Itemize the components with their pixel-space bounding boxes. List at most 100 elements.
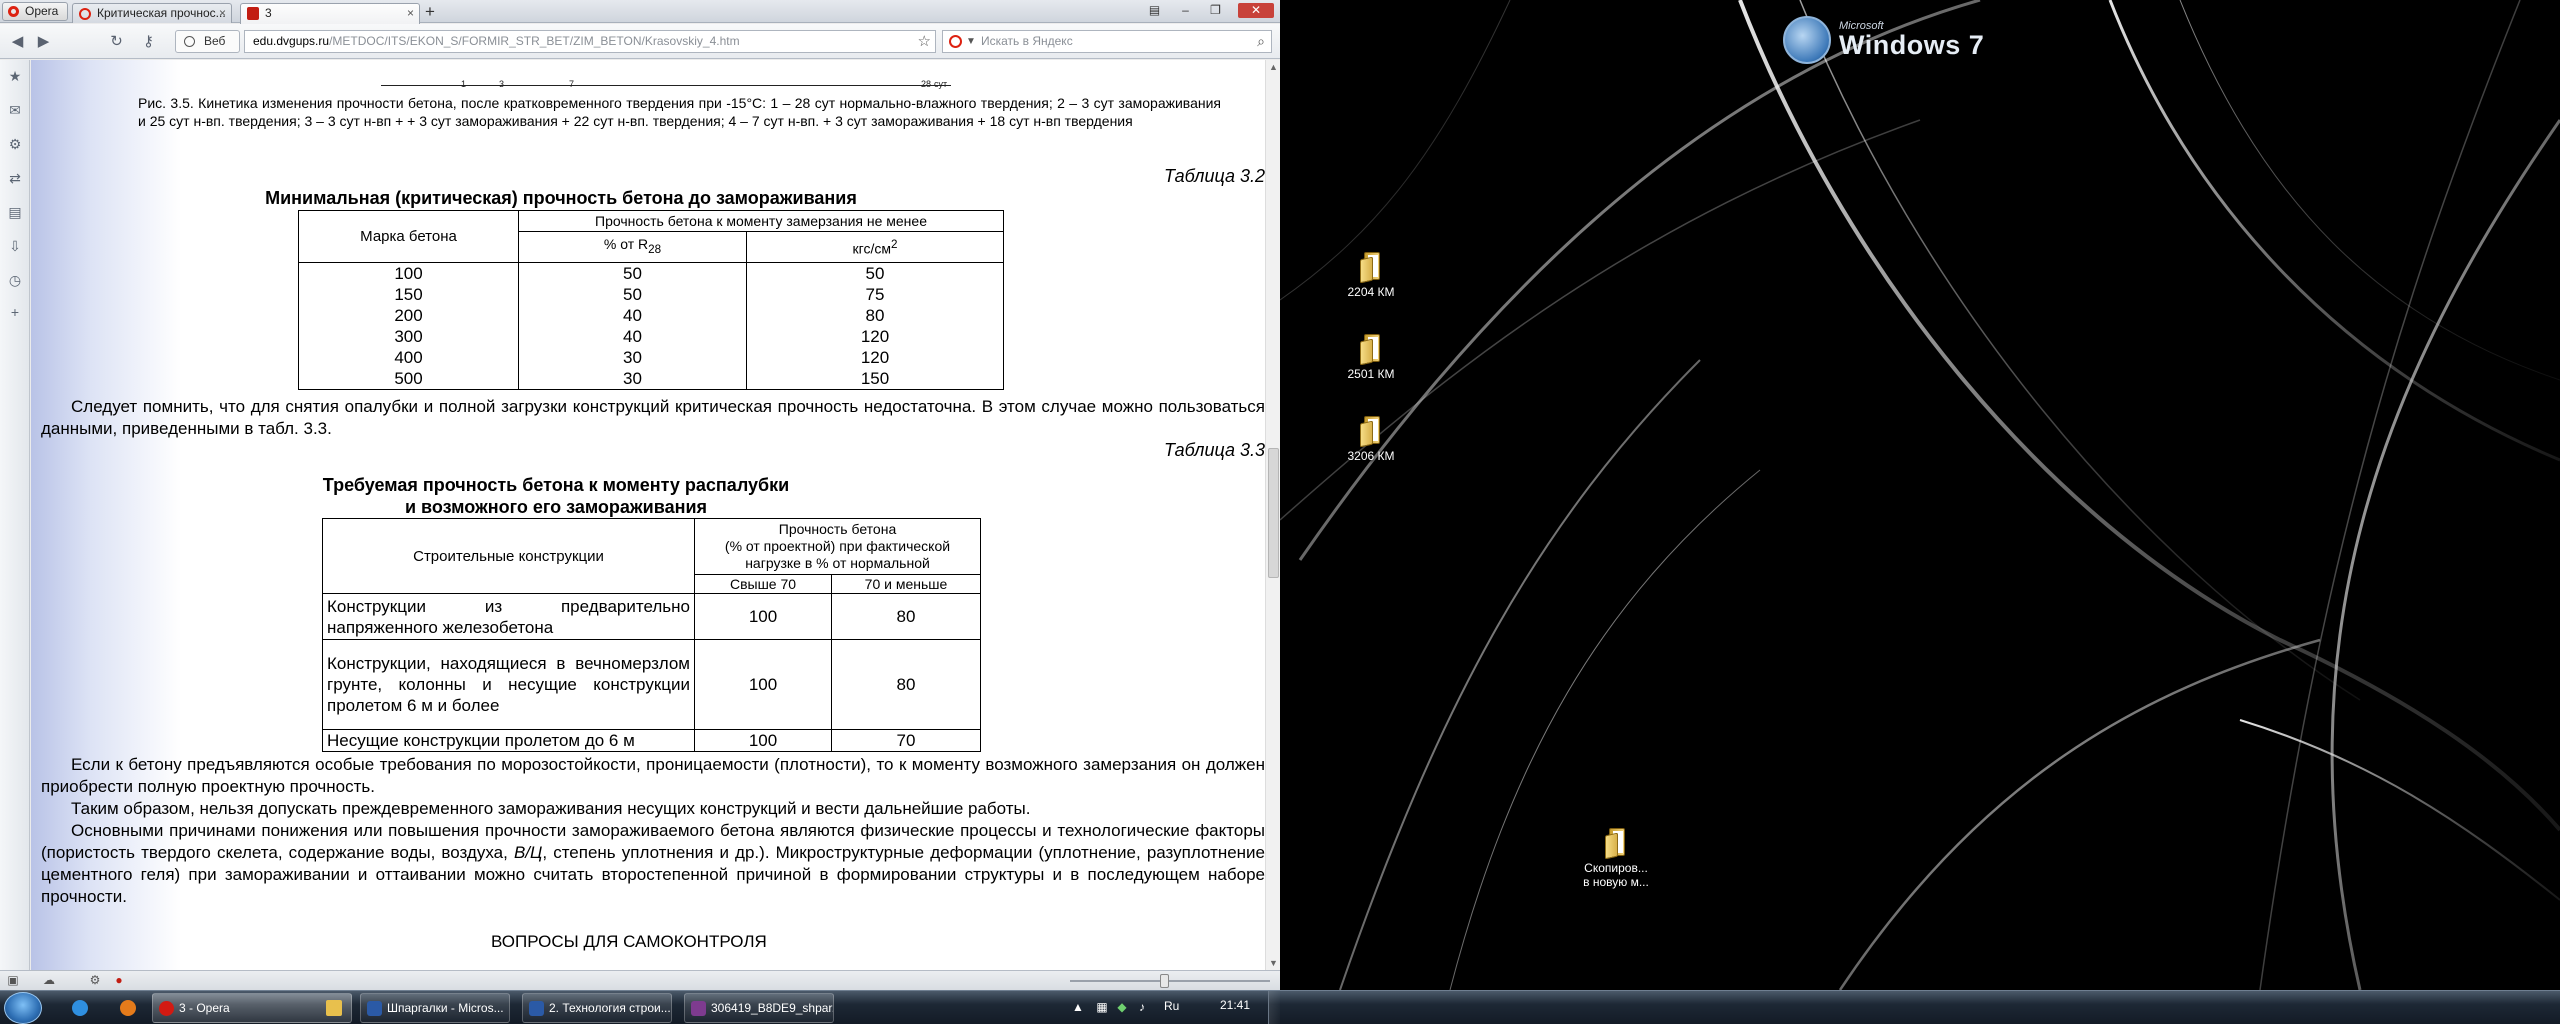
clock[interactable]: 21:41 — [1210, 998, 1260, 1012]
table-3-3-title-line1: Требуемая прочность бетона к моменту рас… — [322, 475, 790, 495]
bookmarks-icon[interactable]: ★ — [7, 68, 23, 84]
trash-icon[interactable]: ▤ — [1146, 3, 1163, 18]
shield-icon[interactable]: ◆ — [1114, 999, 1130, 1015]
figure-tick: 3 — [499, 79, 505, 89]
notes-icon[interactable]: ▤ — [7, 204, 23, 220]
desktop-icon-3206[interactable]: 3206 КМ — [1331, 416, 1411, 463]
web-button-label: Веб — [204, 34, 226, 48]
zoom-slider[interactable] — [1070, 980, 1270, 982]
taskbar-button-word-2[interactable]: 2. Технология строи... — [522, 993, 672, 1023]
reload-icon[interactable]: ↻ — [108, 33, 125, 50]
restore-icon[interactable]: ❐ — [1207, 3, 1224, 18]
cell: 50 50 40 40 30 30 — [518, 262, 747, 390]
search-icon[interactable]: ⌕ — [1257, 31, 1265, 52]
paragraph: Таким образом, нельзя допускать преждевр… — [71, 799, 1031, 818]
figure-tick-unit: сут — [934, 79, 948, 89]
scroll-thumb[interactable] — [1268, 448, 1279, 578]
col-percent-label: % от R — [603, 236, 649, 252]
network-icon[interactable]: ▦ — [1094, 999, 1110, 1015]
url-host: edu.dvgups.ru — [253, 34, 330, 48]
cell: 100 150 200 300 400 500 — [298, 262, 519, 390]
row-label: Несущие конструкции пролетом до 6 м — [322, 729, 695, 752]
table-row: Конструкции, находящиеся в вечномерзлом … — [322, 639, 981, 730]
close-window-icon[interactable]: ✕ — [1238, 3, 1274, 18]
row-label: Конструкции из предварительно напряженно… — [322, 593, 695, 640]
web-button[interactable]: Веб — [175, 30, 240, 53]
cell-over70: 100 — [694, 729, 832, 752]
show-hidden-icons-icon[interactable]: ▲ — [1070, 999, 1086, 1015]
zoom-slider-handle[interactable] — [1160, 974, 1169, 988]
address-field[interactable]: edu.dvgups.ru/METDOC/ITS/EKON_S/FORMIR_S… — [244, 30, 936, 53]
cell: 50 75 80 120 120 150 — [746, 262, 1004, 390]
brand-big: Windows 7 — [1839, 30, 1985, 60]
close-tab-icon[interactable]: × — [407, 4, 414, 23]
gear-icon[interactable]: ⚙ — [7, 136, 23, 152]
col-kgs-header: кгс/см2 — [746, 230, 1004, 264]
back-icon[interactable]: ◀ — [9, 33, 26, 50]
vertical-scrollbar[interactable]: ▲ ▼ — [1265, 60, 1280, 970]
panel-toggle-icon[interactable]: ▣ — [6, 973, 20, 987]
show-desktop-button[interactable] — [1268, 991, 1280, 1024]
taskbar-button-label: 2. Технология строи... — [549, 1001, 671, 1015]
desktop-icon-copied[interactable]: Скопиров... в новую м... — [1576, 828, 1656, 889]
new-tab-button[interactable]: + — [425, 3, 435, 20]
tab-3-active[interactable]: 3 × — [240, 3, 420, 24]
bookmark-star-icon[interactable]: ☆ — [918, 31, 931, 52]
share-icon[interactable]: ⇄ — [7, 170, 23, 186]
mail-icon[interactable]: ✉ — [7, 102, 23, 118]
windows-7-logo: Microsoft Windows 7 — [1783, 14, 2003, 74]
minimize-icon[interactable]: – — [1177, 3, 1194, 18]
table-row: Несущие конструкции пролетом до 6 м 100 … — [322, 729, 981, 752]
navigation-bar: ◀ ▶ ↻ ⚷ Веб edu.dvgups.ru/METDOC/ITS/EKO… — [0, 24, 1280, 59]
browser-window: Opera Критическая прочнос... × 3 × + ▤ –… — [0, 0, 1280, 990]
search-input[interactable]: ▼ Искать в Яндекс ⌕ — [942, 30, 1272, 53]
table-row: Конструкции из предварительно напряженно… — [322, 593, 981, 640]
paragraph: Если к бетону предъявляются особые требо… — [41, 755, 1265, 796]
header-line: Прочность бетона — [778, 521, 897, 537]
turbo-icon[interactable]: ⚙ — [88, 973, 102, 987]
taskbar-button-label: 306419_B8DE9_shpar... — [711, 1001, 834, 1015]
forward-icon[interactable]: ▶ — [35, 33, 52, 50]
add-panel-icon[interactable]: + — [7, 304, 23, 320]
downloads-icon[interactable]: ⇩ — [7, 238, 23, 254]
table-3-3-title-line2: и возможного его замораживания — [404, 497, 708, 517]
desktop-icon-2501[interactable]: 2501 КМ — [1331, 334, 1411, 381]
paragraph: Следует помнить, что для снятия опалубки… — [41, 397, 1265, 438]
kgs-value: 120 — [860, 327, 890, 346]
taskbar-pin-explorer[interactable] — [314, 994, 354, 1022]
language-indicator[interactable]: Ru — [1164, 999, 1179, 1013]
close-tab-icon[interactable]: × — [219, 4, 226, 23]
table-3-3-title: Требуемая прочность бетона к моменту рас… — [271, 474, 841, 518]
archive-icon — [691, 1001, 706, 1016]
scroll-up-icon[interactable]: ▲ — [1266, 60, 1280, 74]
start-button[interactable] — [4, 992, 42, 1024]
windows-flag-icon — [1783, 16, 1831, 64]
kgs-value: 120 — [860, 348, 890, 367]
col-kgs-sup: 2 — [890, 238, 898, 252]
mark-value: 100 — [394, 264, 423, 283]
volume-icon[interactable]: ♪ — [1134, 999, 1150, 1015]
cloud-icon[interactable]: ☁ — [42, 973, 56, 987]
opera-menu-button[interactable]: Opera — [2, 2, 68, 21]
taskbar: 3 - Opera Шпаргалки - Micros... 2. Техно… — [0, 990, 2560, 1024]
chevron-down-icon[interactable]: ▼ — [966, 31, 976, 52]
taskbar-button-archive[interactable]: 306419_B8DE9_shpar... — [684, 993, 834, 1023]
figure-tick: 7 — [569, 79, 575, 89]
mark-value: 200 — [394, 306, 423, 325]
col-kgs-label: кгс/см — [852, 240, 891, 257]
key-icon[interactable]: ⚷ — [140, 33, 157, 50]
kgs-value: 50 — [865, 264, 885, 283]
tab-critical-strength[interactable]: Критическая прочнос... × — [72, 3, 232, 23]
history-icon[interactable]: ◷ — [7, 272, 23, 288]
wallpaper-swirls — [1280, 0, 2560, 990]
paragraph-emphasis: В/Ц — [513, 843, 543, 862]
scroll-down-icon[interactable]: ▼ — [1266, 956, 1280, 970]
search-placeholder: Искать в Яндекс — [981, 34, 1073, 48]
taskbar-button-word-1[interactable]: Шпаргалки - Micros... — [360, 993, 510, 1023]
firefox-icon — [120, 1000, 136, 1016]
opera-unite-icon[interactable]: ● — [112, 973, 126, 987]
opera-tab-favicon-icon — [79, 8, 91, 20]
taskbar-pin-firefox[interactable] — [108, 994, 148, 1022]
desktop-icon-2204[interactable]: 2204 КМ — [1331, 252, 1411, 299]
taskbar-pin-ie[interactable] — [60, 994, 100, 1022]
